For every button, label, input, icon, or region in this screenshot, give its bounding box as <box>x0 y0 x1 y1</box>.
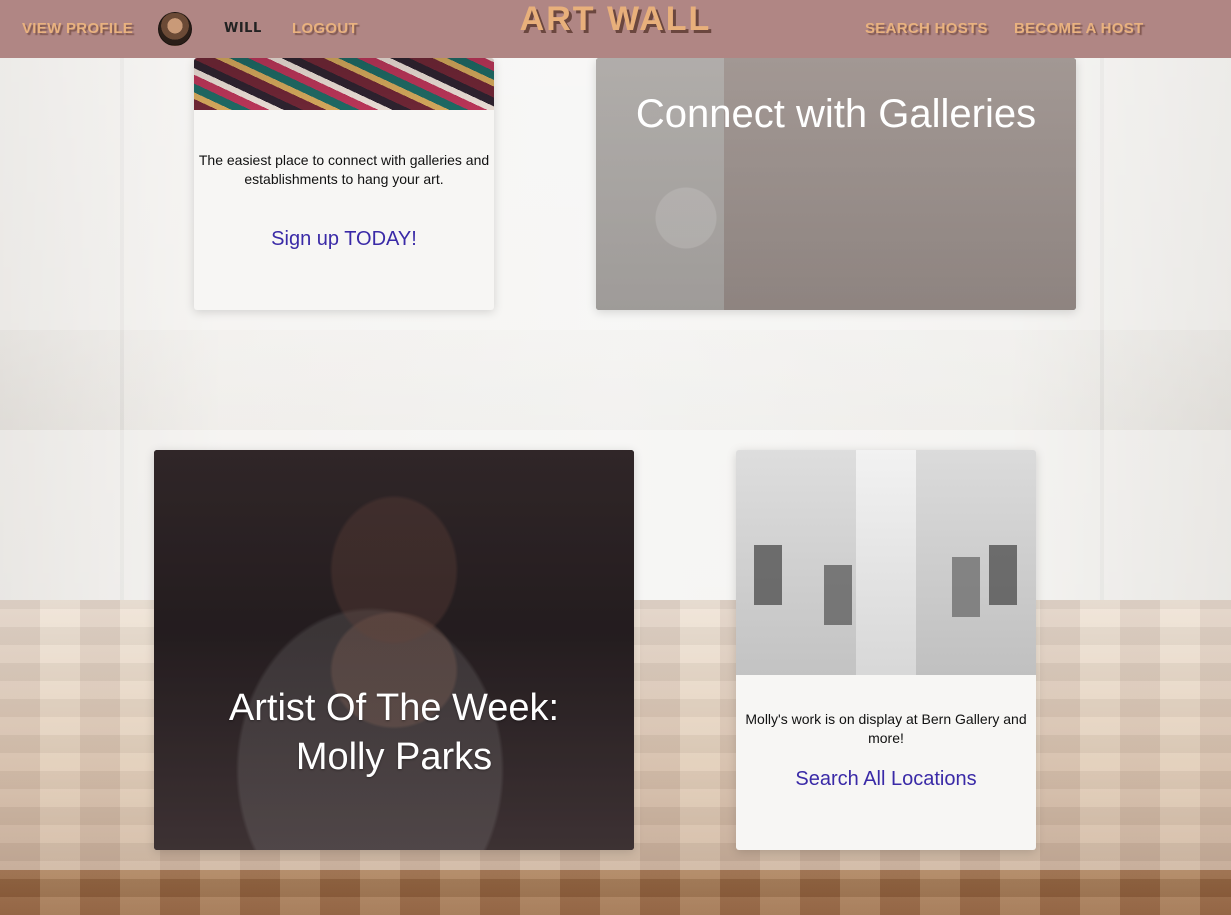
search-locations-link[interactable]: Search All Locations <box>736 768 1036 791</box>
view-profile-link[interactable]: VIEW PROFILE <box>22 20 133 37</box>
avatar[interactable] <box>158 12 192 46</box>
locations-card: Molly's work is on display at Bern Galle… <box>736 450 1036 850</box>
signup-card: The easiest place to connect with galler… <box>194 58 494 310</box>
top-navigation: VIEW PROFILE WILL LOGOUT ART WALL SEARCH… <box>0 0 1231 58</box>
signup-description: The easiest place to connect with galler… <box>198 152 490 187</box>
artist-title-line-2: Molly Parks <box>295 736 493 778</box>
image-overlay <box>154 450 634 850</box>
logout-link[interactable]: LOGOUT <box>292 20 358 37</box>
artist-title-line-1: Artist Of The Week: <box>228 687 560 729</box>
search-hosts-link[interactable]: SEARCH HOSTS <box>865 20 988 37</box>
artist-title: Artist Of The Week: Molly Parks <box>154 684 634 782</box>
gallery-interior-image <box>736 450 1036 675</box>
connect-with-galleries-card: Connect with Galleries <box>596 58 1076 310</box>
artist-of-the-week-card: Artist Of The Week: Molly Parks <box>154 450 634 850</box>
user-name: WILL <box>224 21 262 36</box>
divider-band <box>0 330 1231 430</box>
become-host-link[interactable]: BECOME A HOST <box>1014 20 1143 37</box>
paint-brushes-image <box>194 58 494 110</box>
connect-title: Connect with Galleries <box>635 92 1037 136</box>
signup-link[interactable]: Sign up TODAY! <box>194 228 494 251</box>
locations-description: Molly's work is on display at Bern Galle… <box>745 711 1027 746</box>
